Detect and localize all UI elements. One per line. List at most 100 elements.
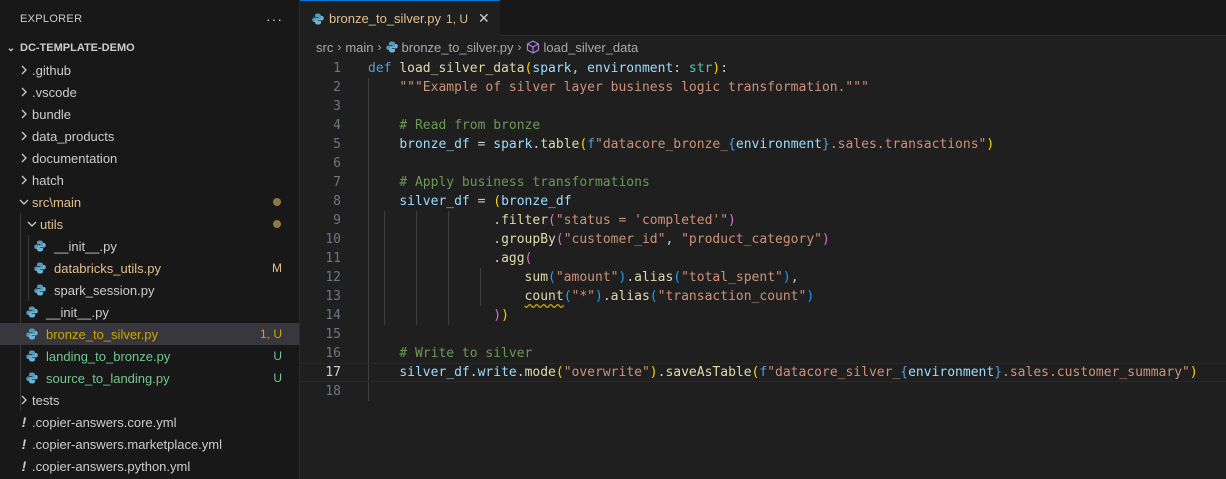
explorer-sidebar: EXPLORER ··· ⌄ DC-TEMPLATE-DEMO .github …: [0, 0, 300, 479]
explorer-header: EXPLORER ···: [0, 0, 299, 37]
editor-area: bronze_to_silver.py 1, U ✕ src › main › …: [300, 0, 1226, 479]
tree-item-github[interactable]: .github: [0, 59, 299, 81]
code-line: 18: [300, 382, 1226, 401]
tree-item-main-init[interactable]: __init__.py: [0, 301, 299, 323]
line-number: 3: [333, 99, 341, 114]
tree-item-spark-session[interactable]: spark_session.py: [0, 279, 299, 301]
chevron-right-icon: [16, 153, 32, 163]
tree-item-label: __init__.py: [54, 238, 117, 254]
more-actions-icon[interactable]: ···: [266, 11, 283, 27]
tree-item-label: data_products: [32, 128, 115, 144]
tree-item-label: databricks_utils.py: [54, 260, 161, 276]
tab-status: 1, U: [446, 11, 469, 26]
python-file-icon: [385, 41, 398, 53]
vscode-window: EXPLORER ··· ⌄ DC-TEMPLATE-DEMO .github …: [0, 0, 1226, 479]
code-line: 1 def load_silver_data(spark, environment…: [300, 59, 1226, 78]
tree-item-label: __init__.py: [46, 304, 109, 320]
breadcrumb-main[interactable]: main: [345, 40, 373, 55]
tree-item-label: src\main: [32, 194, 82, 210]
line-number: 2: [333, 80, 341, 95]
tree-item-copier-core[interactable]: ! .copier-answers.core.yml: [0, 411, 299, 433]
git-status-badge: M: [272, 261, 282, 275]
line-number: 17: [325, 365, 341, 380]
tree-item-landing-to-bronze[interactable]: landing_to_bronze.py U: [0, 345, 299, 367]
breadcrumb-file[interactable]: bronze_to_silver.py: [402, 40, 514, 55]
line-number: 4: [333, 118, 341, 133]
tree-item-copier-python[interactable]: ! .copier-answers.python.yml: [0, 455, 299, 477]
chevron-right-icon: ›: [377, 40, 382, 54]
git-status-badge: U: [273, 349, 282, 363]
tree-item-utils-init[interactable]: __init__.py: [0, 235, 299, 257]
python-file-icon: [24, 350, 40, 362]
chevron-right-icon: ›: [517, 40, 522, 54]
tree-item-label: .copier-answers.marketplace.yml: [32, 436, 223, 452]
close-icon[interactable]: ✕: [478, 10, 490, 27]
tree-item-copier-marketplace[interactable]: ! .copier-answers.marketplace.yml: [0, 433, 299, 455]
tree-item-label: hatch: [32, 172, 64, 188]
code-line: 11 .agg(: [300, 249, 1226, 268]
tree-item-bronze-to-silver[interactable]: bronze_to_silver.py 1, U: [0, 323, 299, 345]
code-line: 4 # Read from bronze: [300, 116, 1226, 135]
line-number: 6: [333, 156, 341, 171]
tree-item-label: bundle: [32, 106, 72, 122]
code-line: 13 count("*").alias("transaction_count"): [300, 287, 1226, 306]
python-file-icon: [32, 240, 48, 252]
git-status-badge: 1, U: [259, 327, 282, 341]
code-line: 8 silver_df = (bronze_df: [300, 192, 1226, 211]
code-line: 16 # Write to silver: [300, 344, 1226, 363]
yaml-file-icon: !: [21, 458, 27, 474]
project-name: DC-TEMPLATE-DEMO: [20, 42, 135, 54]
code-line: 12 sum("amount").alias("total_spent"),: [300, 268, 1226, 287]
tree-item-documentation[interactable]: documentation: [0, 147, 299, 169]
explorer-title: EXPLORER: [20, 12, 83, 25]
line-number: 15: [325, 327, 341, 342]
tree-item-data-products[interactable]: data_products: [0, 125, 299, 147]
tree-item-bundle[interactable]: bundle: [0, 103, 299, 125]
function-symbol-icon: [526, 40, 540, 54]
line-number: 1: [333, 61, 341, 76]
tree-item-label: landing_to_bronze.py: [46, 348, 171, 364]
code-line: 14 )): [300, 306, 1226, 325]
code-line: 7 # Apply business transformations: [300, 173, 1226, 192]
tree-item-label: .copier-answers.python.yml: [32, 458, 191, 474]
code-line: 3: [300, 97, 1226, 116]
line-number: 14: [325, 308, 341, 323]
tree-item-label: source_to_landing.py: [46, 370, 170, 386]
code-line: 2 """Example of silver layer business lo…: [300, 78, 1226, 97]
breadcrumb-symbol[interactable]: load_silver_data: [544, 40, 639, 55]
breadcrumb: src › main › bronze_to_silver.py › load_…: [300, 36, 1226, 58]
code-line: 15: [300, 325, 1226, 344]
tree-item-hatch[interactable]: hatch: [0, 169, 299, 191]
code-line: 5 bronze_df = spark.table(f"datacore_bro…: [300, 135, 1226, 154]
breadcrumb-src[interactable]: src: [316, 40, 333, 55]
tree-item-label: .vscode: [32, 84, 77, 100]
project-root[interactable]: ⌄ DC-TEMPLATE-DEMO: [0, 37, 299, 59]
tree-item-databricks-utils[interactable]: databricks_utils.py M: [0, 257, 299, 279]
python-file-icon: [32, 284, 48, 296]
line-number: 9: [333, 213, 341, 228]
modified-dot-icon: [273, 198, 281, 206]
line-number: 16: [325, 346, 341, 361]
tree-item-tests[interactable]: tests: [0, 389, 299, 411]
tab-bronze-to-silver[interactable]: bronze_to_silver.py 1, U ✕: [300, 0, 500, 36]
line-number: 18: [325, 384, 341, 399]
chevron-down-icon: [24, 219, 40, 229]
tree-item-src-main[interactable]: src\main: [0, 191, 299, 213]
yaml-file-icon: !: [21, 436, 27, 452]
tree-item-utils[interactable]: utils: [0, 213, 299, 235]
chevron-right-icon: [16, 131, 32, 141]
chevron-right-icon: [16, 395, 32, 405]
tree-item-source-to-landing[interactable]: source_to_landing.py U: [0, 367, 299, 389]
line-number: 8: [333, 194, 341, 209]
code-line-current: 17 silver_df.write.mode("overwrite").sav…: [300, 363, 1226, 382]
file-tree: .github .vscode bundle data_products doc…: [0, 59, 299, 477]
code-editor[interactable]: 1 def load_silver_data(spark, environment…: [300, 59, 1226, 401]
line-number: 13: [325, 289, 341, 304]
python-file-icon: [24, 372, 40, 384]
tab-label: bronze_to_silver.py: [329, 11, 442, 26]
chevron-right-icon: [16, 87, 32, 97]
python-file-icon: [24, 328, 40, 340]
yaml-file-icon: !: [21, 414, 27, 430]
tree-item-vscode[interactable]: .vscode: [0, 81, 299, 103]
python-file-icon: [32, 262, 48, 274]
